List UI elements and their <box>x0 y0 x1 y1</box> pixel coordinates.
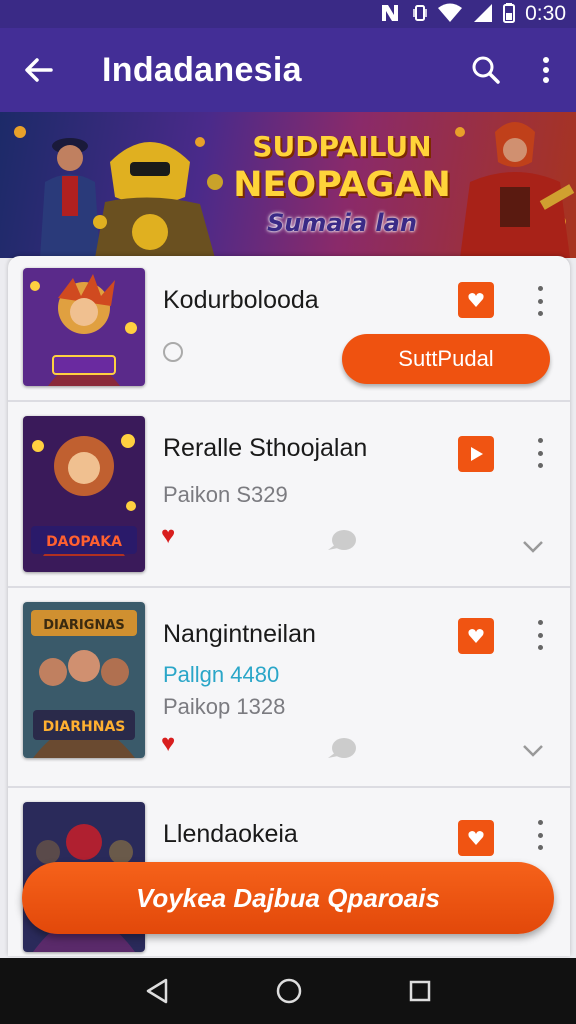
list-item[interactable]: DAOPAKA Reralle Sthoojalan Paikon S329 ♥ <box>8 404 570 588</box>
item-more-icon[interactable] <box>530 620 550 650</box>
play-badge-button[interactable] <box>458 436 494 472</box>
game-subtitle-accent: Pallgn 4480 <box>163 662 280 687</box>
favorite-badge-button[interactable] <box>458 820 494 856</box>
nav-back-icon[interactable] <box>144 977 170 1005</box>
nav-home-icon[interactable] <box>275 977 303 1005</box>
game-thumbnail <box>23 268 145 386</box>
item-more-icon[interactable] <box>530 820 550 850</box>
promo-banner[interactable]: SUDPAILUN NEOPAGAN Sumaia lan <box>0 112 576 258</box>
status-bar: 0:30 <box>0 0 576 28</box>
chat-icon[interactable] <box>324 528 358 554</box>
play-button[interactable]: SuttPudal <box>342 334 550 384</box>
heart-icon[interactable]: ♥ <box>161 730 175 758</box>
search-icon <box>472 56 500 84</box>
nav-recents-icon[interactable] <box>408 979 432 1003</box>
svg-text:DIARHNAS: DIARHNAS <box>43 719 126 735</box>
game-title: Nangintneilan <box>163 620 316 648</box>
heart-badge-icon <box>468 629 484 643</box>
game-thumbnail: DIARIGNAS DIARHNAS <box>23 602 145 758</box>
chat-icon[interactable] <box>324 736 358 762</box>
heart-badge-icon <box>468 293 484 307</box>
chevron-down-icon[interactable] <box>522 744 544 758</box>
game-title: Reralle Sthoojalan <box>163 434 368 462</box>
system-nav-bar <box>0 958 576 1024</box>
nfc-icon <box>379 3 403 26</box>
status-time: 0:30 <box>525 2 566 25</box>
item-more-icon[interactable] <box>530 438 550 468</box>
search-button[interactable] <box>456 28 516 112</box>
back-arrow-icon <box>25 58 53 82</box>
play-icon <box>471 447 483 461</box>
favorite-badge-button[interactable] <box>458 282 494 318</box>
battery-icon <box>503 2 516 26</box>
banner-headline: SUDPAILUN NEOPAGAN Sumaia lan <box>232 130 452 237</box>
heart-icon[interactable]: ♥ <box>161 522 175 550</box>
svg-text:DIARIGNAS: DIARIGNAS <box>43 618 125 633</box>
favorite-badge-button[interactable] <box>458 618 494 654</box>
app-bar: Indadanesia <box>0 28 576 112</box>
banner-hero-left-illustration <box>14 126 223 258</box>
game-subtitle: Paikop 1328 <box>163 694 286 719</box>
signal-icon <box>473 3 493 26</box>
game-title: Kodurbolooda <box>163 286 319 314</box>
game-title: Llendaokeia <box>163 820 298 848</box>
back-button[interactable] <box>0 28 76 112</box>
chevron-down-icon[interactable] <box>522 540 544 554</box>
banner-line-1: SUDPAILUN <box>252 130 432 163</box>
game-thumbnail: DAOPAKA <box>23 416 145 572</box>
vibrate-icon <box>413 4 427 25</box>
more-button[interactable] <box>516 28 576 112</box>
game-subtitle: Paikon S329 <box>163 482 288 507</box>
heart-badge-icon <box>468 831 484 845</box>
wifi-icon <box>437 3 463 26</box>
page-title: Indadanesia <box>102 50 302 89</box>
banner-hero-right-illustration <box>455 122 575 258</box>
clock-icon <box>163 342 183 362</box>
primary-action-button[interactable]: Voykea Dajbua Qparoais <box>22 862 554 934</box>
more-vert-icon <box>543 57 549 83</box>
banner-line-2: NEOPAGAN <box>233 165 451 205</box>
item-more-icon[interactable] <box>530 286 550 316</box>
svg-text:DAOPAKA: DAOPAKA <box>46 534 122 550</box>
list-item[interactable]: Kodurbolooda SuttPudal <box>8 256 570 402</box>
banner-line-3: Sumaia lan <box>267 209 417 237</box>
